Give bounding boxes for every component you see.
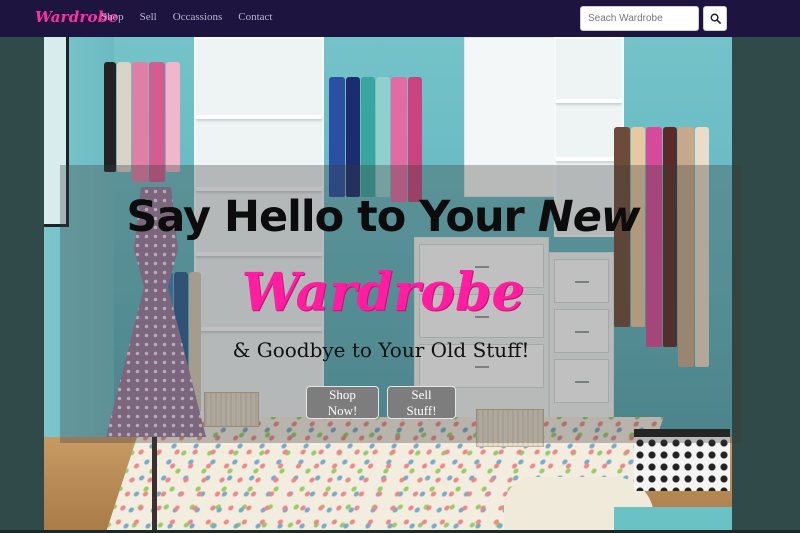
shop-now-button[interactable]: Shop Now!	[306, 386, 379, 419]
garment	[149, 62, 165, 182]
sell-stuff-button[interactable]: Sell Stuff!	[387, 386, 456, 419]
nav-links: Shop Sell Occassions Contact	[101, 11, 288, 23]
nav-link-contact[interactable]: Contact	[238, 11, 272, 23]
nav-link-occassions[interactable]: Occassions	[173, 11, 223, 23]
shelf	[556, 99, 622, 103]
garment	[104, 62, 116, 172]
shelf	[196, 115, 322, 119]
nav-link-sell[interactable]: Sell	[140, 11, 157, 23]
mannequin-stand	[152, 437, 157, 531]
search-icon	[710, 13, 721, 24]
top-navbar: Wardrobe Shop Sell Occassions Contact	[0, 0, 800, 37]
hero-buttons: Shop Now! Sell Stuff!	[306, 386, 456, 419]
search-button[interactable]	[703, 6, 727, 31]
shelf	[556, 157, 622, 161]
garment	[117, 62, 131, 172]
bench	[614, 507, 732, 531]
garment	[166, 62, 180, 172]
search-form	[580, 6, 727, 31]
garment	[132, 62, 148, 182]
search-input[interactable]	[580, 6, 699, 31]
nav-link-shop[interactable]: Shop	[101, 11, 124, 23]
hero-subline: & Goodbye to Your Old Stuff!	[232, 338, 530, 362]
hanging-clothes-left	[104, 62, 180, 182]
hero-brand-name: Wardrobe	[241, 262, 525, 323]
hero-headline: Say Hello to Your New	[0, 192, 766, 242]
headline-text: Say Hello to Your	[126, 192, 538, 242]
headline-emphasis: New	[537, 192, 641, 242]
